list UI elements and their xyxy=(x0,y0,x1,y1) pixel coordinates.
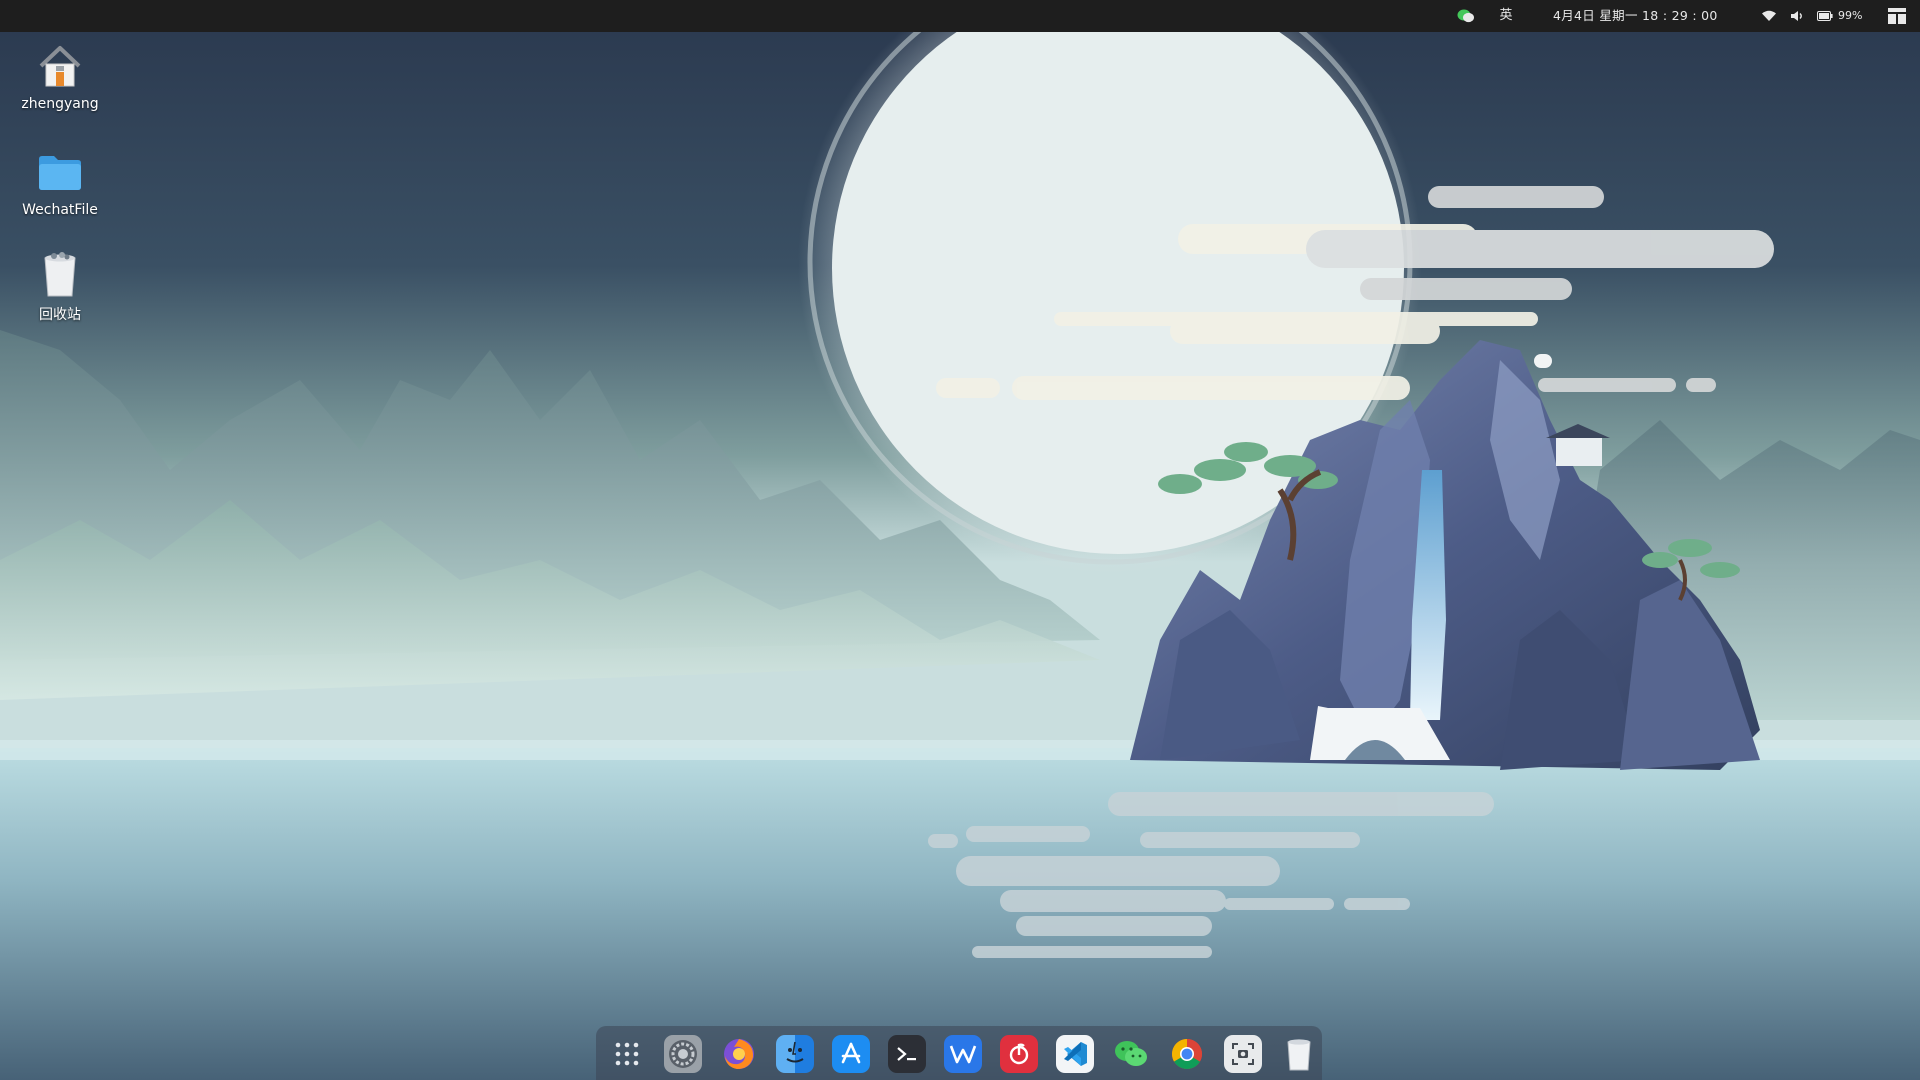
grid-icon[interactable] xyxy=(608,1035,646,1073)
finder-icon[interactable] xyxy=(776,1035,814,1073)
desktop-icon-home[interactable]: zhengyang xyxy=(10,38,110,112)
desktop-icon-label: WechatFile xyxy=(22,202,98,218)
wifi-icon[interactable] xyxy=(1760,0,1778,32)
battery-percent: 99% xyxy=(1838,9,1863,22)
trash-icon xyxy=(32,246,88,302)
trash-icon[interactable] xyxy=(1280,1035,1318,1073)
home-folder-icon xyxy=(32,38,88,94)
terminal-icon[interactable] xyxy=(888,1035,926,1073)
screenshot-icon[interactable] xyxy=(1224,1035,1262,1073)
dock xyxy=(596,1026,1322,1080)
layout-icon[interactable] xyxy=(1886,0,1908,32)
desktop-icon-trash[interactable]: 回收站 xyxy=(10,246,110,324)
input-method-indicator[interactable]: 英 xyxy=(1498,0,1514,32)
vscode-icon[interactable] xyxy=(1056,1035,1094,1073)
chrome-icon[interactable] xyxy=(1168,1035,1206,1073)
wechat-tray-icon[interactable] xyxy=(1456,0,1476,32)
firefox-icon[interactable] xyxy=(720,1035,758,1073)
clock[interactable]: 4月4日 星期一 18 : 29 : 00 xyxy=(1553,0,1718,32)
battery-icon[interactable] xyxy=(1816,0,1834,32)
netease-music-icon[interactable] xyxy=(1000,1035,1038,1073)
app-store-icon[interactable] xyxy=(832,1035,870,1073)
settings-icon[interactable] xyxy=(664,1035,702,1073)
wechat-icon[interactable] xyxy=(1112,1035,1150,1073)
top-panel: 英 4月4日 星期一 18 : 29 : 00 99% xyxy=(0,0,1920,32)
desktop-icon-label: 回收站 xyxy=(39,307,81,323)
volume-icon[interactable] xyxy=(1788,0,1806,32)
desktop-wallpaper xyxy=(0,0,1920,1080)
desktop-icon-wechatfile[interactable]: WechatFile xyxy=(10,144,110,218)
folder-icon xyxy=(32,144,88,200)
desktop-icon-label: zhengyang xyxy=(21,96,99,112)
wps-icon[interactable] xyxy=(944,1035,982,1073)
